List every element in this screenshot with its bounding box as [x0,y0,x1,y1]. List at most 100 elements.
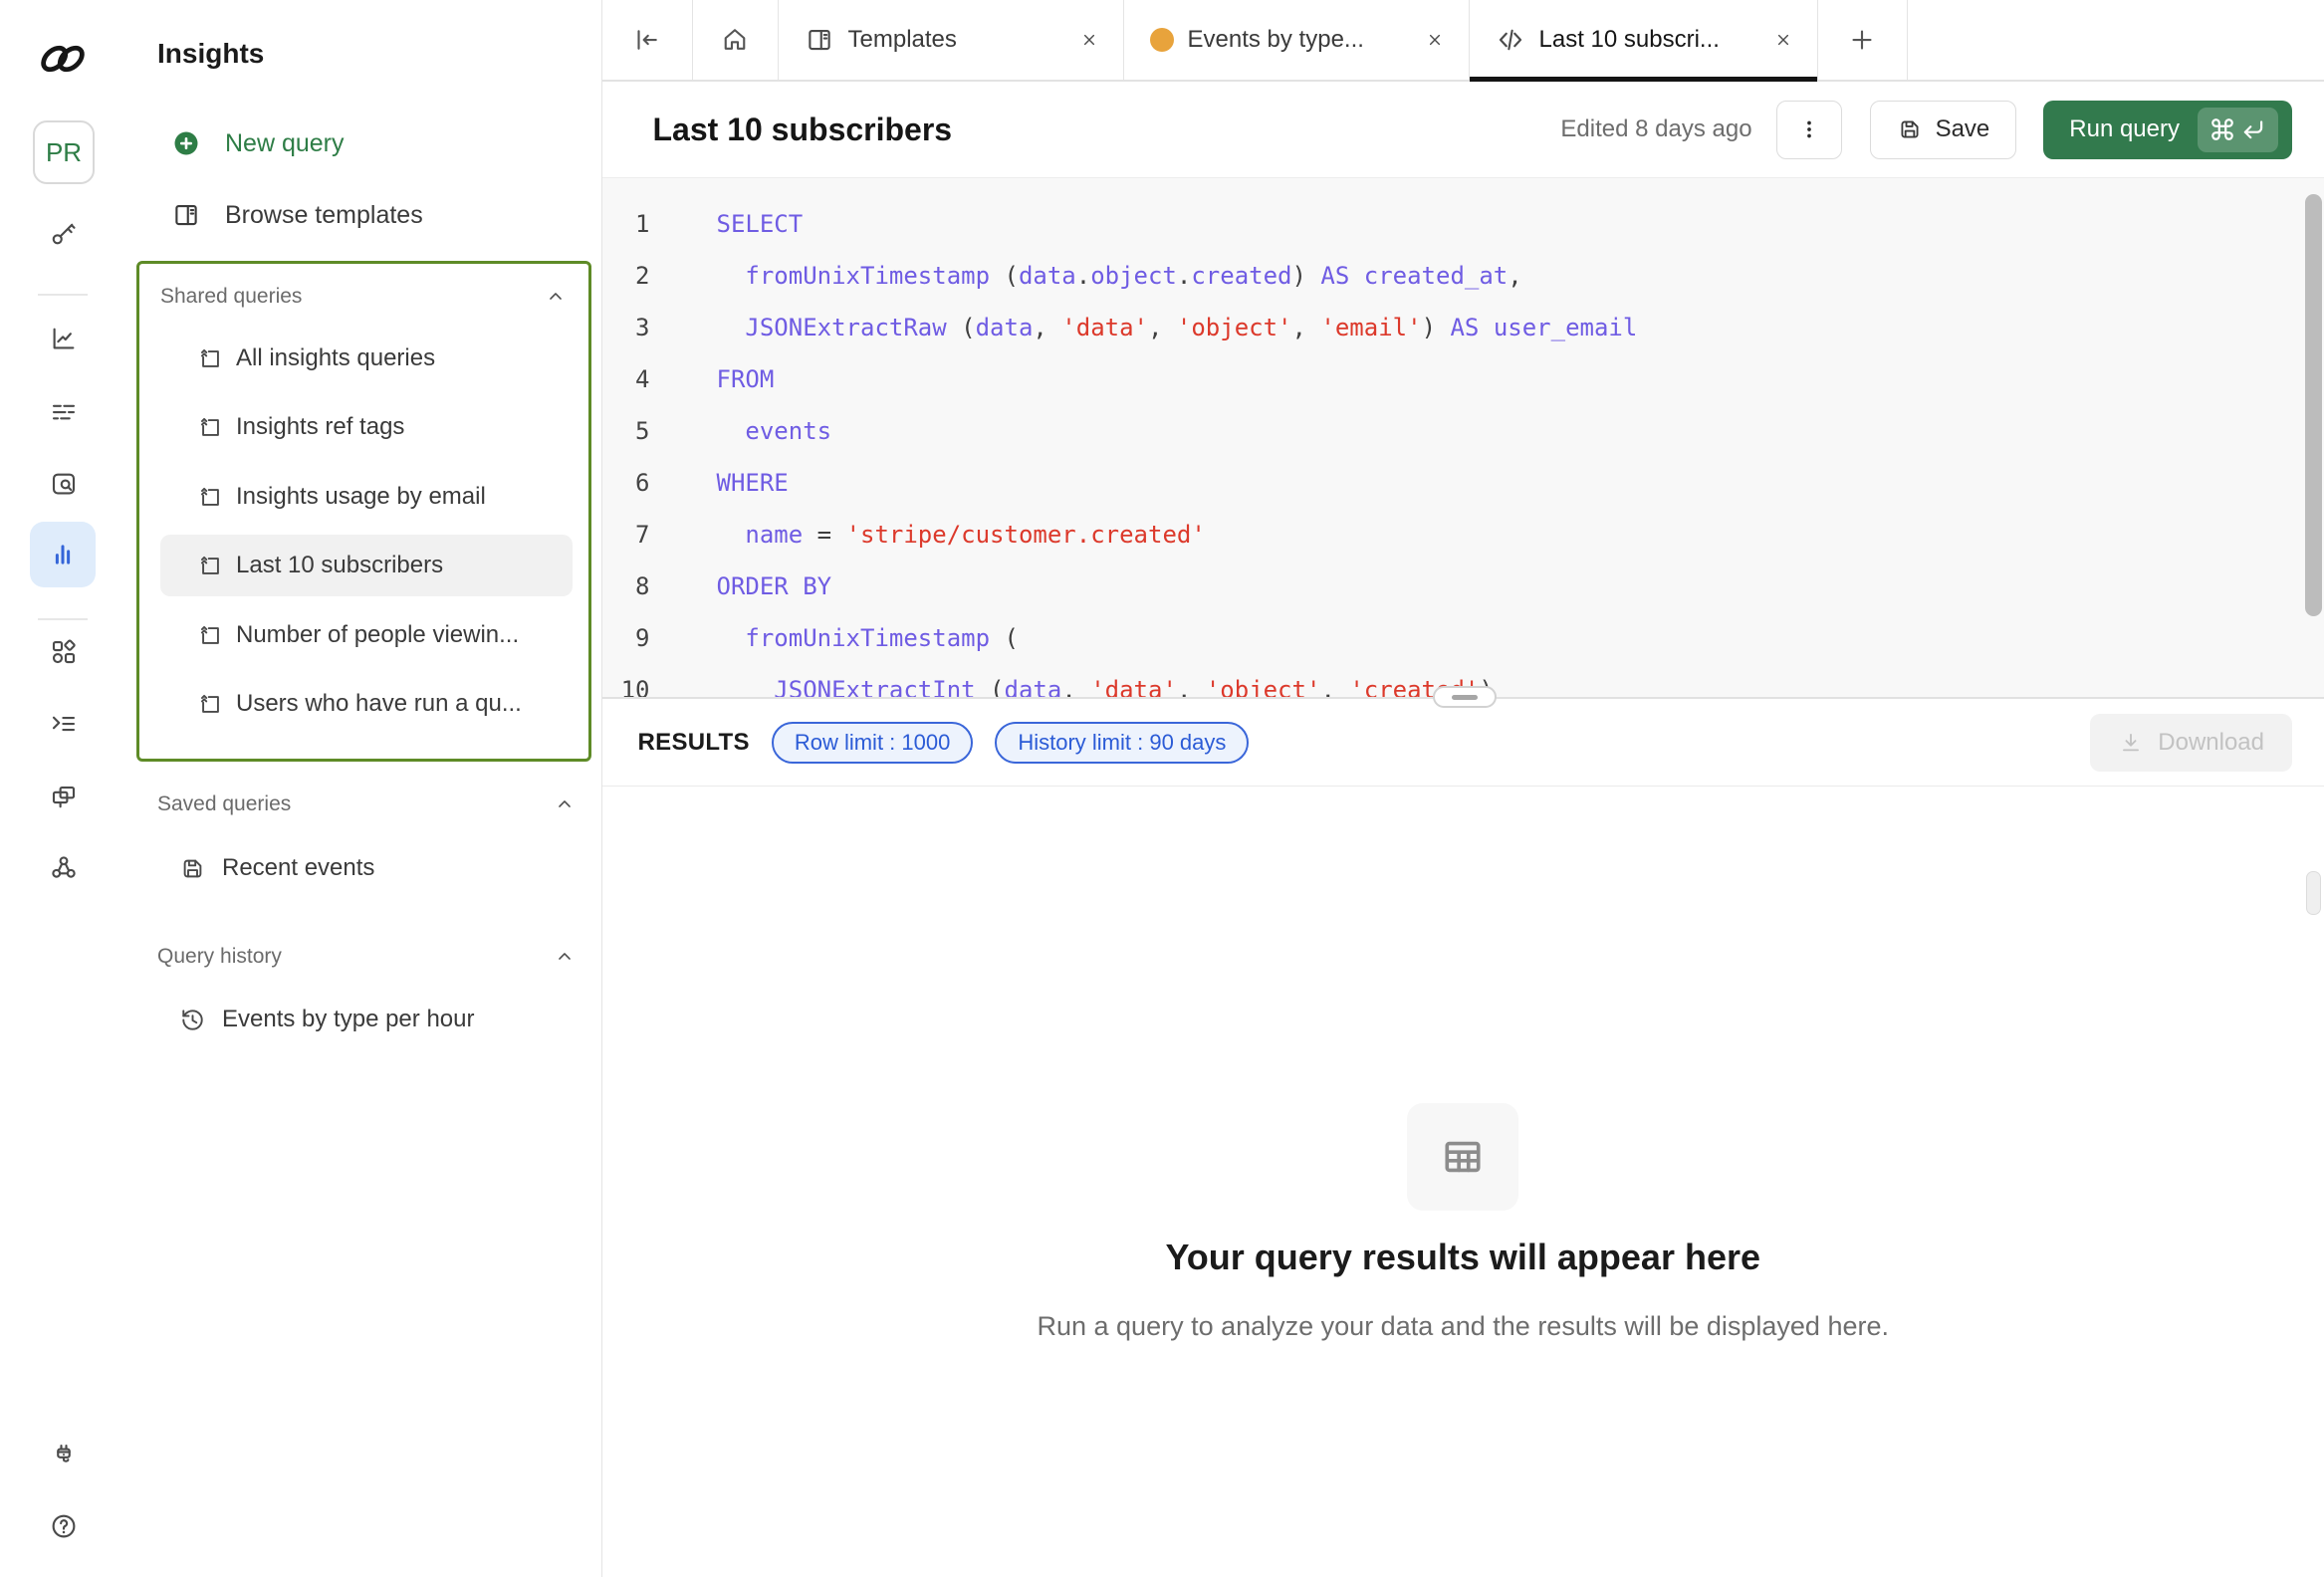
line-number: 8 [602,561,650,612]
query-title: Last 10 subscribers [653,112,953,148]
save-icon [179,855,206,882]
results-label: RESULTS [638,729,750,757]
new-tab-button[interactable] [1818,0,1908,80]
line-number: 5 [602,405,650,457]
rail-terminal-nav[interactable] [0,709,126,739]
download-button[interactable]: Download [2090,714,2292,772]
sql-editor[interactable]: 12345678910 SELECT fromUnixTimestamp (da… [602,178,2324,697]
webhook-icon [49,852,79,882]
code-icon [1496,25,1525,55]
home-icon [720,25,750,55]
bar-chart-icon [48,540,78,569]
rail-divider [38,618,88,620]
main-content: Templates Events by type... Last 10 subscr… [602,0,2324,1577]
results-scrollbar-thumb[interactable] [2306,871,2321,915]
app-logo[interactable] [36,36,90,82]
code-line: fromUnixTimestamp (data.object.created) … [717,250,2285,302]
browse-templates-button[interactable]: Browse templates [143,184,581,246]
rail-search-nav[interactable] [0,469,126,499]
orange-dot-icon [1150,28,1174,52]
line-number: 6 [602,457,650,509]
line-number: 10 [602,664,650,697]
rail-bar-chart-nav[interactable] [30,522,96,587]
section-query-history[interactable]: Query history [157,942,576,972]
close-tab-icon[interactable] [1773,30,1793,50]
shared-query-icon [197,691,224,718]
rail-display-nav[interactable] [0,782,126,811]
search-icon [49,469,79,499]
download-label: Download [2158,729,2264,757]
sidebar-item-events-by-type-per-hour[interactable]: Events by type per hour [143,989,581,1050]
code-line: SELECT [717,198,2285,250]
query-header: Last 10 subscribers Edited 8 days ago Sa… [602,82,2324,178]
download-icon [2118,730,2144,756]
rail-trend-chart-nav[interactable] [0,324,126,353]
save-label: Save [1936,115,1990,143]
shared-query-icon [197,414,224,441]
page-title: Insights [157,38,264,70]
sidebar-item-insights-ref-tags[interactable]: Insights ref tags [160,396,573,458]
plug-icon [49,1441,79,1470]
sidebar-item-label: Last 10 subscribers [236,552,443,579]
collapse-sidebar-button[interactable] [602,0,693,80]
sidebar-item-label: Insights ref tags [236,413,404,441]
code-line: JSONExtractInt (data, 'data', 'object', … [717,664,2285,697]
handle-bar [1452,695,1478,700]
rail-event-list-nav[interactable] [0,397,126,427]
editor-scrollbar-thumb[interactable] [2305,194,2322,616]
tab-label: Last 10 subscri... [1539,26,1720,54]
panel-resize-handle[interactable] [1433,686,1497,708]
sidebar-item-label: Number of people viewin... [236,621,519,649]
chevron-up-icon [554,793,576,815]
event-list-icon [49,397,79,427]
section-label: Shared queries [160,285,302,309]
sidebar-item-number-of-people-viewin[interactable]: Number of people viewin... [160,604,573,666]
tab-last-10-subscri[interactable]: Last 10 subscri... [1470,0,1818,80]
chevron-up-icon [545,286,567,308]
close-tab-icon[interactable] [1425,30,1445,50]
close-tab-icon[interactable] [1079,30,1099,50]
code-line: events [717,405,2285,457]
results-toolbar: RESULTS Row limit : 1000 History limit : … [602,697,2324,787]
line-number: 2 [602,250,650,302]
app-icon-rail: PR [0,0,127,1577]
browse-templates-label: Browse templates [225,201,423,230]
table-icon-tile [1407,1103,1518,1211]
rail-webhook-nav[interactable] [0,852,126,882]
filter-pill-history-limit-90-days[interactable]: History limit : 90 days [995,722,1249,764]
more-options-button[interactable] [1776,101,1842,159]
tab-templates[interactable]: Templates [779,0,1124,80]
home-button[interactable] [693,0,779,80]
tab-events-by-type[interactable]: Events by type... [1124,0,1470,80]
display-icon [49,782,79,811]
results-empty-state: Your query results will appear here Run … [602,787,2324,1577]
line-number: 9 [602,612,650,664]
sidebar-item-last-10-subscribers[interactable]: Last 10 subscribers [160,535,573,596]
apps-icon [49,637,79,667]
filter-pill-row-limit-1000[interactable]: Row limit : 1000 [772,722,974,764]
rail-plug-nav[interactable] [0,1441,126,1470]
avatar[interactable]: PR [33,120,95,184]
plus-circle-icon [171,128,201,158]
save-button[interactable]: Save [1870,101,2017,159]
line-number: 4 [602,353,650,405]
rail-key-nav[interactable] [0,218,126,248]
sidebar-item-recent-events[interactable]: Recent events [143,837,581,899]
sidebar-item-all-insights-queries[interactable]: All insights queries [160,328,573,389]
chevron-up-icon [554,946,576,968]
run-query-button[interactable]: Run query [2043,101,2292,159]
table-icon [1440,1134,1486,1180]
new-query-button[interactable]: New query [143,113,581,174]
rail-help-nav[interactable] [0,1511,126,1541]
collapse-left-icon [632,25,662,55]
line-number: 7 [602,509,650,561]
section-saved-queries[interactable]: Saved queries [157,789,576,819]
shared-query-icon [197,553,224,579]
rail-apps-nav[interactable] [0,637,126,667]
sidebar-item-users-who-have-run-a-qu[interactable]: Users who have run a qu... [160,673,573,735]
section-label: Query history [157,945,282,969]
sidebar-item-insights-usage-by-email[interactable]: Insights usage by email [160,466,573,528]
tab-label: Events by type... [1188,26,1364,54]
line-number-gutter: 12345678910 [602,198,650,697]
section-shared-queries[interactable]: Shared queries [160,280,567,314]
